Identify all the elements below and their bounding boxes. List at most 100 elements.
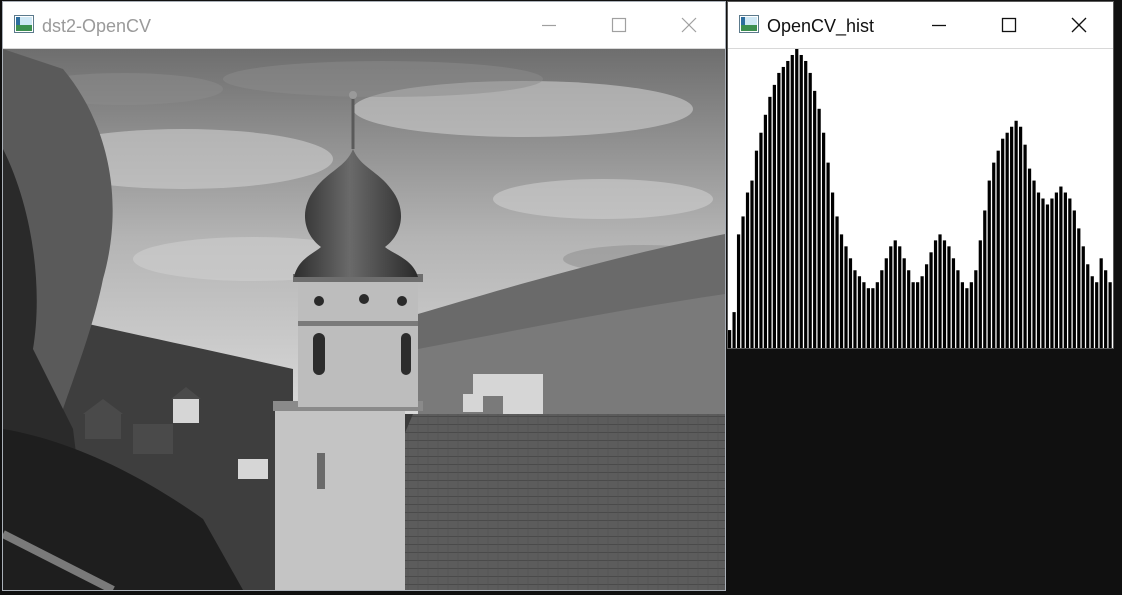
minimize-button[interactable]: [905, 2, 973, 48]
histogram-bar: [893, 240, 897, 348]
histogram-bar: [1081, 246, 1085, 348]
histogram-bar: [813, 90, 817, 349]
histogram-bar: [987, 180, 991, 348]
close-icon: [1071, 17, 1087, 33]
histogram-bar: [969, 282, 973, 348]
histogram-bar: [862, 282, 866, 348]
histogram-bar: [790, 54, 794, 348]
minimize-button[interactable]: [515, 2, 583, 48]
close-button[interactable]: [1045, 2, 1113, 48]
histogram-bar: [978, 240, 982, 348]
histogram-bar: [992, 162, 996, 348]
histogram-bar: [777, 72, 781, 349]
histogram-bar: [759, 132, 763, 348]
image-canvas: [1, 49, 725, 594]
histogram-bar: [871, 288, 875, 348]
histogram-bar: [1001, 138, 1005, 348]
histogram-chart: [728, 49, 1112, 349]
histogram-bar: [822, 132, 826, 348]
histogram-bar: [817, 108, 821, 348]
histogram-bar: [1068, 198, 1072, 348]
histogram-bar: [1005, 132, 1009, 348]
histogram-bar: [745, 192, 750, 348]
opencv-window-icon: [14, 15, 34, 33]
maximize-icon: [1001, 17, 1017, 33]
histogram-bar: [786, 60, 790, 349]
close-button[interactable]: [655, 2, 723, 48]
histogram-bar: [1072, 210, 1076, 348]
histogram-bar: [844, 246, 848, 348]
histogram-bar: [1095, 282, 1099, 348]
histogram-bar: [965, 288, 969, 348]
histogram-bar: [902, 258, 906, 348]
histogram-bar: [960, 282, 965, 348]
histogram-bar: [781, 66, 785, 348]
histogram-bar: [942, 240, 947, 348]
histogram-bar: [1027, 168, 1032, 348]
histogram-bar: [830, 192, 835, 348]
histogram-bar: [835, 216, 839, 348]
maximize-icon: [611, 17, 627, 33]
close-icon: [681, 17, 697, 33]
histogram-bar: [741, 216, 745, 348]
histogram-bar: [1050, 198, 1054, 348]
histogram-bar: [736, 234, 741, 348]
histogram-bar: [916, 282, 920, 348]
histogram-bar: [1036, 192, 1041, 348]
histogram-bar: [799, 54, 803, 348]
histogram-bar: [866, 288, 870, 348]
histogram-bar: [732, 312, 736, 348]
histogram-bar: [853, 270, 857, 348]
histogram-bar: [907, 270, 911, 348]
opencv-window-icon: [739, 15, 759, 33]
histogram-bar: [795, 49, 799, 348]
image-window-titlebar[interactable]: dst2-OpenCV: [3, 2, 725, 49]
histogram-bar: [848, 258, 853, 348]
histogram-bar: [898, 246, 902, 348]
histogram-bar: [1018, 126, 1023, 349]
histogram-bar: [920, 276, 924, 348]
histogram-bar: [857, 276, 862, 348]
histogram-bar: [1063, 192, 1067, 348]
histogram-bar: [1054, 192, 1059, 348]
histogram-bar: [1108, 282, 1112, 348]
histogram-window[interactable]: OpenCV_hist: [727, 1, 1114, 349]
histogram-bar: [754, 150, 759, 348]
histogram-bar: [1032, 180, 1036, 348]
histogram-bar: [839, 234, 844, 348]
histogram-bar: [884, 258, 888, 348]
histogram-bar: [804, 60, 808, 349]
histogram-bar: [826, 162, 830, 348]
histogram-bar: [974, 270, 978, 348]
histogram-bar: [1010, 126, 1014, 349]
histogram-bar: [956, 270, 960, 348]
histogram-bar: [889, 246, 893, 348]
histogram-bar: [1077, 228, 1081, 348]
histogram-bar: [983, 210, 987, 348]
histogram-bar: [938, 234, 942, 348]
histogram-bar: [924, 264, 929, 348]
histogram-bar: [996, 150, 1000, 348]
histogram-bar: [951, 258, 956, 348]
histogram-bar: [880, 270, 884, 348]
histogram-bar: [1041, 198, 1045, 348]
image-window[interactable]: dst2-OpenCV: [1, 1, 726, 594]
maximize-button[interactable]: [975, 2, 1043, 48]
histogram-bar: [911, 282, 915, 348]
histogram-window-titlebar[interactable]: OpenCV_hist: [728, 2, 1113, 49]
histogram-bar: [750, 180, 754, 348]
histogram-bar: [1023, 144, 1027, 348]
histogram-bar: [929, 252, 933, 348]
histogram-bar: [808, 72, 812, 349]
grayscale-photo: [1, 49, 725, 594]
histogram-bar: [1099, 258, 1103, 348]
histogram-bar: [768, 96, 772, 348]
maximize-button[interactable]: [585, 2, 653, 48]
minimize-icon: [542, 24, 556, 27]
histogram-bar: [1045, 204, 1050, 348]
minimize-icon: [932, 24, 946, 27]
histogram-canvas: [728, 49, 1113, 349]
histogram-bar: [1014, 120, 1018, 348]
histogram-bar: [728, 330, 732, 348]
histogram-bar: [875, 282, 879, 348]
